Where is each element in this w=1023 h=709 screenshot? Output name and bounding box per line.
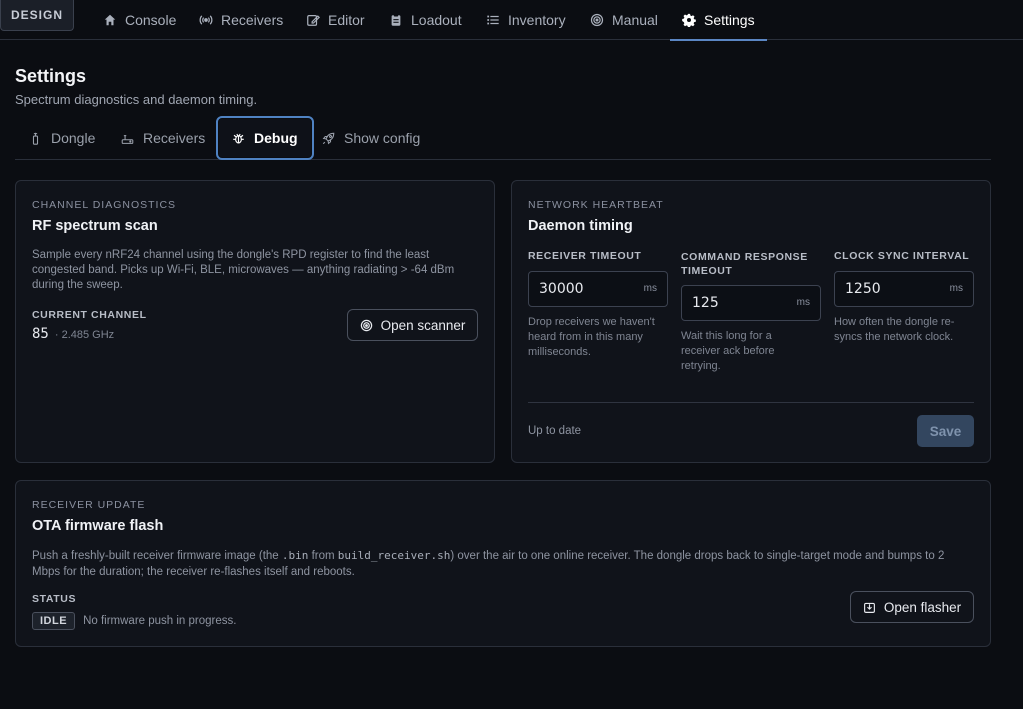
router-icon [121,134,134,144]
home-icon [104,14,116,26]
rocket-icon [322,132,335,144]
label-line: COMMAND RESPONSE [681,251,808,263]
card-title: OTA firmware flash [32,518,164,534]
nav-item-label: Receivers [221,12,284,28]
nav-item-label: Loadout [411,12,462,28]
command-response-timeout-field[interactable]: ms [681,285,821,321]
unit-label: ms [949,283,963,294]
command-response-timeout-label: COMMAND RESPONSE TIMEOUT [681,250,808,278]
page-subtitle: Spectrum diagnostics and daemon timing. [15,92,258,107]
nav-item-editor[interactable]: Editor [306,0,365,40]
nav-item-label: Manual [612,12,658,28]
status-badge: IDLE [32,612,76,630]
nav-item-console[interactable]: Console [103,0,176,40]
active-tab-underline [670,39,767,41]
nav-item-label: Console [125,12,177,28]
save-button[interactable]: Save [917,415,974,447]
receiver-timeout-label: RECEIVER TIMEOUT [528,250,642,262]
nav-item-settings[interactable]: Settings [670,0,767,41]
button-label: Open flasher [883,599,962,615]
desc-text: Push a freshly-built receiver firmware i… [32,550,282,562]
list-icon [487,15,499,25]
clock-sync-interval-hint: How often the dongle re-syncs the networ… [834,316,955,343]
dongle-icon [32,132,39,145]
status-row: IDLE No firmware push in progress. [32,612,236,630]
card-eyebrow: CHANNEL DIAGNOSTICS [32,199,177,211]
receiver-timeout-hint: Drop receivers we haven't heard from in … [528,316,655,358]
receiver-timeout-field[interactable]: ms [528,271,668,307]
nav-item-receivers[interactable]: Receivers [199,0,283,40]
desc-text: from [308,550,338,562]
code-bin: .bin [281,549,309,562]
card-description: Sample every nRF24 channel using the don… [32,249,455,291]
channel-frequency: · 2.485 GHz [54,329,115,341]
card-title: RF spectrum scan [32,218,158,234]
current-channel-label: CURRENT CHANNEL [32,309,147,321]
target-icon [360,319,372,331]
status-text: No firmware push in progress. [83,615,237,627]
button-label: Open scanner [380,317,466,333]
status-label: STATUS [32,593,77,605]
clipboard-icon [391,14,401,26]
gear-icon [682,13,696,27]
tab-label: Dongle [51,130,96,146]
nav-item-label: Inventory [508,12,566,28]
top-nav: DESIGN Console Receivers Editor Loadout … [0,0,1023,41]
tab-debug[interactable]: Debug [216,116,314,160]
open-flasher-button[interactable]: Open flasher [850,591,974,623]
clock-sync-interval-field[interactable]: ms [834,271,974,307]
tab-show-config[interactable]: Show config [322,118,420,158]
unit-label: ms [796,297,810,308]
clock-sync-interval-label: CLOCK SYNC INTERVAL [834,250,970,262]
unit-label: ms [643,283,657,294]
code-build-script: build_receiver.sh [337,549,451,562]
nav-item-manual[interactable]: Manual [590,0,658,40]
card-title: Daemon timing [528,218,633,234]
channel-diagnostics-card: CHANNEL DIAGNOSTICS RF spectrum scan Sam… [15,180,495,463]
nav-item-loadout[interactable]: Loadout [389,0,462,40]
command-response-timeout-hint: Wait this long for a receiver ack before… [681,330,775,372]
label-line: TIMEOUT [681,265,733,277]
tab-label: Show config [344,130,421,146]
broadcast-icon [199,15,213,25]
nav-item-label: Settings [704,12,755,28]
tab-label: Receivers [143,130,206,146]
card-eyebrow: NETWORK HEARTBEAT [528,199,664,211]
open-scanner-button[interactable]: Open scanner [347,309,478,341]
divider [528,402,974,403]
tab-label: Debug [254,130,298,146]
channel-number: 85 [32,326,49,342]
card-description: Push a freshly-built receiver firmware i… [32,548,972,580]
page-title: Settings [15,66,87,86]
settings-tabs: Dongle Receivers Debug Show config [15,116,991,160]
card-eyebrow: RECEIVER UPDATE [32,499,146,511]
edit-icon [307,15,320,26]
current-channel-value: 85 · 2.485 GHz [32,326,114,342]
ota-firmware-card: RECEIVER UPDATE OTA firmware flash Push … [15,480,991,647]
design-button[interactable]: DESIGN [0,0,74,31]
network-heartbeat-card: NETWORK HEARTBEAT Daemon timing RECEIVER… [511,180,991,463]
tab-dongle[interactable]: Dongle [29,118,95,158]
nav-item-label: Editor [328,12,365,28]
nav-item-inventory[interactable]: Inventory [486,0,566,40]
save-status: Up to date [528,425,582,437]
tab-receivers[interactable]: Receivers [121,118,205,158]
bug-icon [233,133,244,144]
target-icon [590,13,604,27]
download-tray-icon [863,602,875,613]
